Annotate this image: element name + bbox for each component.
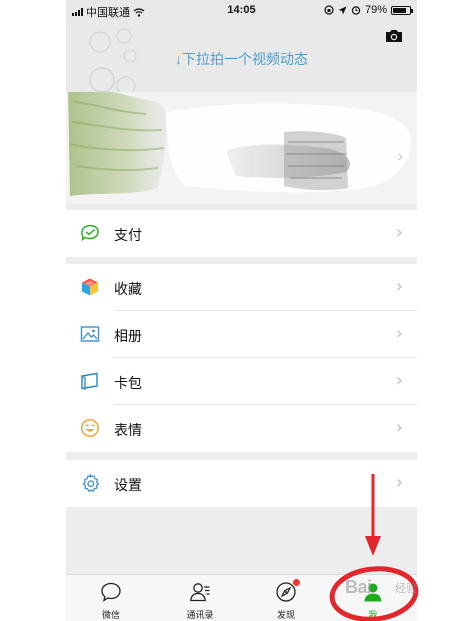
left-margin <box>0 0 66 621</box>
orientation-lock-icon <box>324 5 334 15</box>
status-right: 79% <box>324 4 413 16</box>
menu-group-pay: 支付 › <box>66 210 417 257</box>
gear-icon <box>82 473 100 492</box>
discover-badge <box>293 579 300 586</box>
tab-discover[interactable]: 发现 <box>251 575 321 621</box>
menu-item-favorites[interactable]: 收藏 › <box>66 264 417 311</box>
phone-screen: 中国联通 14:05 79% ↓下拉拍一个视频动态 › 支付 › 收藏 › 相册… <box>66 0 417 621</box>
pull-down-hint: ↓下拉拍一个视频动态 <box>175 51 308 67</box>
tab-contacts[interactable]: 通讯录 <box>165 575 235 621</box>
status-bar: 中国联通 14:05 79% <box>66 0 417 20</box>
tab-contacts-label: 通讯录 <box>186 610 214 620</box>
chevron-right-icon: › <box>395 417 403 438</box>
camera-icon[interactable] <box>385 29 403 43</box>
menu-item-favorites-label: 收藏 <box>114 281 142 297</box>
menu-item-cards-label: 卡包 <box>114 375 142 391</box>
avatar-brush-art <box>66 92 417 204</box>
profile-header[interactable]: ↓下拉拍一个视频动态 › <box>66 20 417 205</box>
menu-item-settings-label: 设置 <box>114 477 142 493</box>
tab-me-label: 我 <box>368 610 378 620</box>
chevron-right-icon: › <box>395 222 403 243</box>
tab-chats-label: 微信 <box>101 610 120 620</box>
menu-item-album-label: 相册 <box>114 328 142 344</box>
tab-discover-label: 发现 <box>276 610 295 620</box>
watermark-brand: Bai <box>345 577 372 597</box>
tab-chats[interactable]: 微信 <box>76 575 146 621</box>
menu-group-main: 收藏 › 相册 › 卡包 › 表情 › <box>66 264 417 452</box>
battery-fill <box>393 7 406 13</box>
right-margin <box>417 0 469 621</box>
pay-icon <box>81 224 99 242</box>
menu-group-settings: 设置 › <box>66 460 417 507</box>
menu-item-pay-label: 支付 <box>114 227 142 243</box>
location-arrow-icon <box>338 6 347 14</box>
album-image-icon <box>80 326 100 342</box>
alarm-icon <box>351 6 361 15</box>
contacts-icon <box>190 583 210 602</box>
chevron-right-icon: › <box>395 323 403 344</box>
menu-item-stickers-label: 表情 <box>114 422 142 438</box>
chevron-right-icon: › <box>395 276 403 297</box>
chevron-right-icon: › <box>395 472 403 493</box>
smiley-icon <box>81 419 99 437</box>
chevron-right-icon: › <box>395 370 403 391</box>
watermark-sub: 经验 <box>395 583 417 595</box>
menu-item-cards[interactable]: 卡包 › <box>66 358 417 405</box>
card-wallet-icon <box>81 372 98 390</box>
chat-bubble-icon <box>101 582 121 602</box>
menu-item-album[interactable]: 相册 › <box>66 311 417 358</box>
battery-icon <box>391 5 413 15</box>
favorites-cube-icon <box>82 278 98 296</box>
menu-item-pay[interactable]: 支付 › <box>66 210 417 257</box>
menu-item-settings[interactable]: 设置 › <box>66 460 417 507</box>
menu-item-stickers[interactable]: 表情 › <box>66 405 417 452</box>
profile-card[interactable]: › <box>66 92 417 204</box>
battery-percent: 79% <box>364 4 387 16</box>
profile-chevron-icon: › <box>397 148 403 165</box>
